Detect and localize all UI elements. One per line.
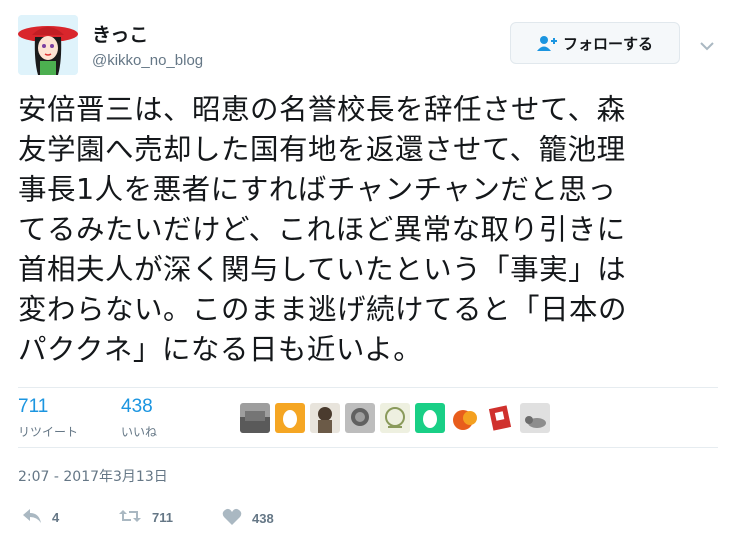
follow-label: フォローする — [562, 34, 653, 53]
retweet-action[interactable]: 711 — [118, 508, 173, 527]
like-label: いいね — [121, 425, 158, 439]
like-action-count: 438 — [252, 511, 274, 526]
author-display-name[interactable]: きっこ — [92, 20, 148, 47]
tweet-line: パククネ」になる日も近いよ。 — [18, 333, 423, 366]
reply-icon — [22, 508, 42, 527]
heart-icon — [222, 508, 242, 529]
like-action[interactable]: 438 — [222, 508, 274, 529]
tweet-timestamp[interactable]: 2:07 - 2017年3月13日 — [18, 466, 168, 486]
author-handle[interactable]: @kikko_no_blog — [92, 52, 203, 69]
divider — [18, 387, 718, 388]
like-count[interactable]: 438 — [121, 396, 153, 418]
tweet-line: 変わらない。このまま逃げ続けてると「日本の — [18, 293, 628, 326]
author-avatar[interactable] — [18, 15, 78, 75]
liker-avatar[interactable] — [310, 403, 340, 433]
tweet-line: 事長1人を悪者にすればチャンチャンだと思っ — [18, 173, 617, 206]
chevron-down-icon[interactable] — [700, 36, 714, 55]
add-user-icon — [536, 35, 557, 51]
liker-avatar[interactable] — [485, 403, 515, 433]
retweet-icon — [118, 508, 142, 527]
tweet-line: 安倍晋三は、昭恵の名誉校長を辞任させて、森 — [18, 93, 626, 126]
tweet-line: てるみたいだけど、これほど異常な取り引きに — [18, 213, 626, 246]
tweet-line: 首相夫人が深く関与していたという「事実」は — [18, 253, 627, 286]
liker-avatar[interactable] — [275, 403, 305, 433]
liker-avatars — [240, 403, 550, 433]
reply-count: 4 — [52, 510, 60, 525]
follow-button[interactable]: フォローする — [510, 22, 680, 64]
tweet-text: 安倍晋三は、昭恵の名誉校長を辞任させて、森 友学園へ売却した国有地を返還させて、… — [18, 90, 733, 370]
retweet-count[interactable]: 711 — [18, 396, 48, 418]
liker-avatar[interactable] — [450, 403, 480, 433]
liker-avatar[interactable] — [345, 403, 375, 433]
liker-avatar[interactable] — [380, 403, 410, 433]
reply-action[interactable]: 4 — [22, 508, 59, 527]
liker-avatar[interactable] — [520, 403, 550, 433]
liker-avatar[interactable] — [415, 403, 445, 433]
tweet-line: 友学園へ売却した国有地を返還させて、籠池理 — [18, 133, 626, 166]
retweet-label: リツイート — [18, 425, 79, 439]
liker-avatar[interactable] — [240, 403, 270, 433]
divider — [18, 447, 718, 448]
retweet-action-count: 711 — [152, 510, 173, 525]
